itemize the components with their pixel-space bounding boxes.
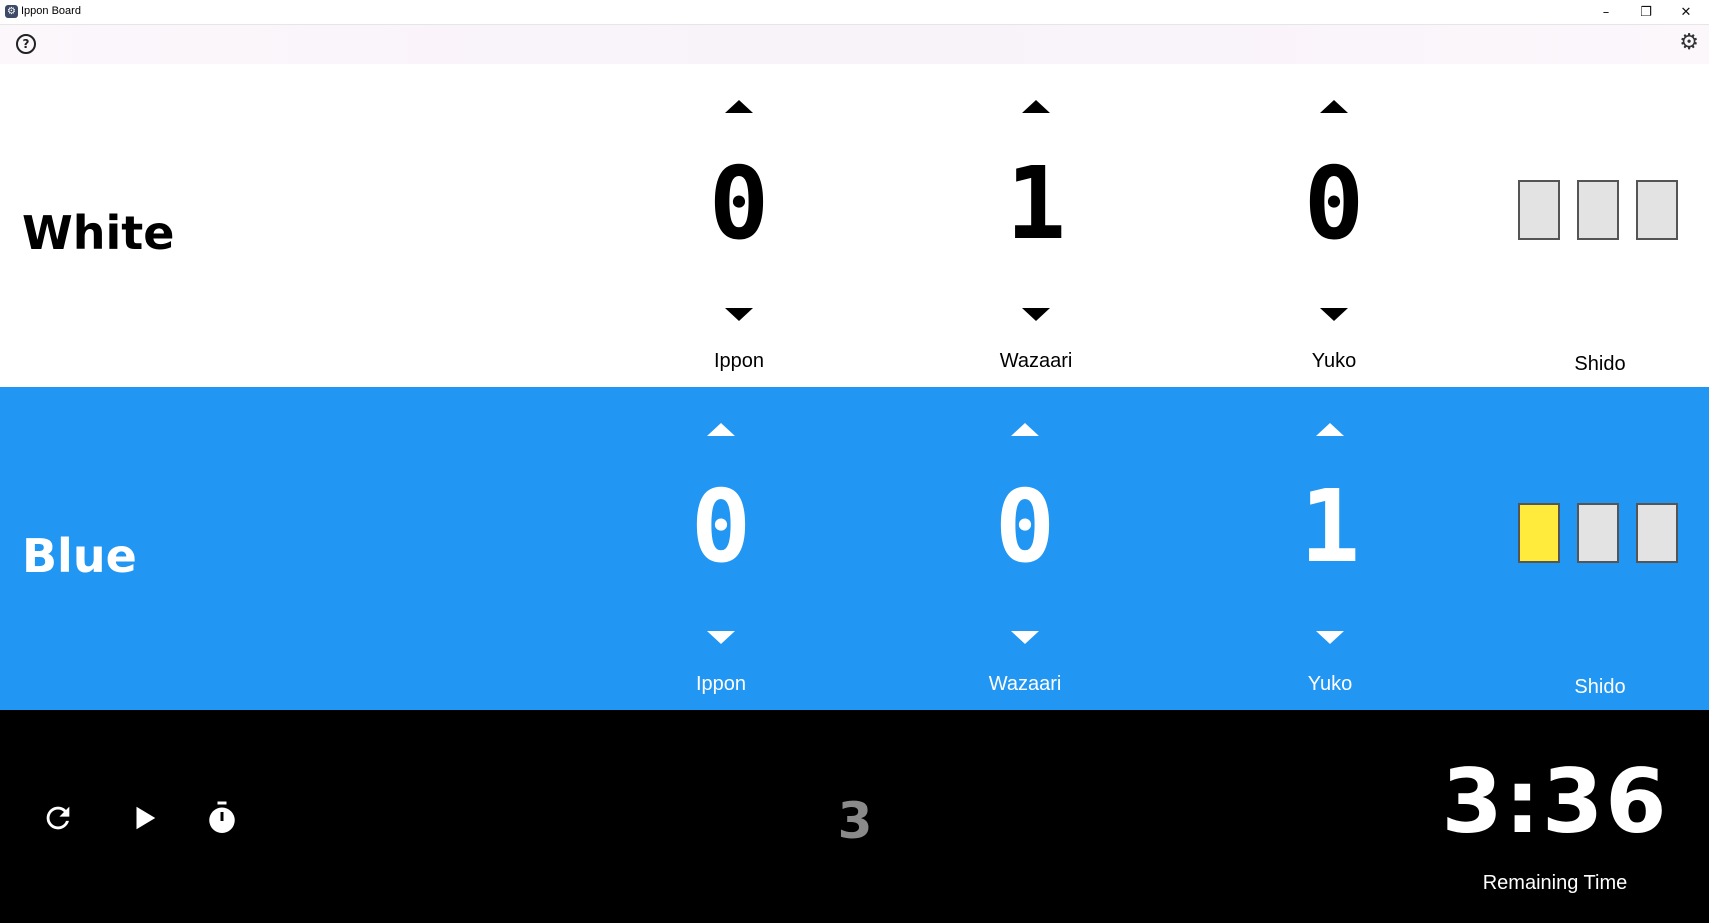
remaining-time-label: Remaining Time xyxy=(1482,872,1628,894)
blue-ippon-column: 0 Ippon xyxy=(611,387,831,710)
blue-shido-box-1[interactable] xyxy=(1518,503,1560,563)
white-yuko-increment-icon[interactable] xyxy=(1320,100,1348,113)
white-wazaari-label: Wazaari xyxy=(999,350,1073,372)
play-icon[interactable] xyxy=(124,798,164,838)
help-icon[interactable]: ? xyxy=(16,34,36,54)
white-yuko-decrement-icon[interactable] xyxy=(1320,308,1348,321)
minimize-button[interactable]: – xyxy=(1586,0,1626,24)
blue-ippon-label: Ippon xyxy=(695,673,747,695)
white-ippon-score: 0 xyxy=(708,145,770,262)
white-yuko-label: Yuko xyxy=(1311,350,1357,372)
blue-player-name: Blue xyxy=(22,529,137,583)
restore-button[interactable]: ❐ xyxy=(1626,0,1666,24)
timer-control-bar: 3 3:36 Remaining Time xyxy=(0,710,1709,923)
window-title: Ippon Board xyxy=(21,5,81,17)
app-toolbar: ? ⚙ xyxy=(0,25,1709,65)
white-player-row: White 0 Ippon 1 Wazaari 0 Yuko Shido xyxy=(0,64,1709,387)
blue-yuko-score: 1 xyxy=(1299,468,1361,585)
white-shido-box-2[interactable] xyxy=(1577,180,1619,240)
white-yuko-score: 0 xyxy=(1303,145,1365,262)
white-shido-label: Shido xyxy=(1574,353,1626,375)
blue-yuko-label: Yuko xyxy=(1307,673,1353,695)
white-ippon-increment-icon[interactable] xyxy=(725,100,753,113)
white-ippon-label: Ippon xyxy=(713,350,765,372)
white-yuko-column: 0 Yuko xyxy=(1224,64,1444,387)
blue-player-row: Blue 0 Ippon 0 Wazaari 1 Yuko Shido xyxy=(0,387,1709,710)
blue-wazaari-increment-icon[interactable] xyxy=(1011,423,1039,436)
white-wazaari-score: 1 xyxy=(1005,145,1067,262)
stopwatch-icon[interactable] xyxy=(202,798,242,838)
white-wazaari-column: 1 Wazaari xyxy=(926,64,1146,387)
blue-shido-box-3[interactable] xyxy=(1636,503,1678,563)
osaekomi-count: 3 xyxy=(837,792,873,850)
blue-yuko-decrement-icon[interactable] xyxy=(1316,631,1344,644)
white-ippon-decrement-icon[interactable] xyxy=(725,308,753,321)
remaining-time-display[interactable]: 3:36 xyxy=(1420,750,1690,853)
close-button[interactable]: ✕ xyxy=(1666,0,1706,24)
gear-icon[interactable]: ⚙ xyxy=(1679,31,1699,55)
white-ippon-column: 0 Ippon xyxy=(629,64,849,387)
white-wazaari-increment-icon[interactable] xyxy=(1022,100,1050,113)
blue-ippon-score: 0 xyxy=(690,468,752,585)
window-titlebar: ⚙ Ippon Board – ❐ ✕ xyxy=(0,0,1709,25)
blue-yuko-increment-icon[interactable] xyxy=(1316,423,1344,436)
blue-wazaari-score: 0 xyxy=(994,468,1056,585)
app-logo-icon: ⚙ xyxy=(5,5,18,18)
blue-wazaari-decrement-icon[interactable] xyxy=(1011,631,1039,644)
blue-ippon-increment-icon[interactable] xyxy=(707,423,735,436)
blue-wazaari-column: 0 Wazaari xyxy=(915,387,1135,710)
blue-ippon-decrement-icon[interactable] xyxy=(707,631,735,644)
white-shido-box-3[interactable] xyxy=(1636,180,1678,240)
blue-shido-label: Shido xyxy=(1574,676,1626,698)
blue-yuko-column: 1 Yuko xyxy=(1220,387,1440,710)
white-player-name: White xyxy=(22,206,175,260)
white-shido-box-1[interactable] xyxy=(1518,180,1560,240)
refresh-icon[interactable] xyxy=(38,798,78,838)
white-wazaari-decrement-icon[interactable] xyxy=(1022,308,1050,321)
blue-wazaari-label: Wazaari xyxy=(988,673,1062,695)
blue-shido-box-2[interactable] xyxy=(1577,503,1619,563)
